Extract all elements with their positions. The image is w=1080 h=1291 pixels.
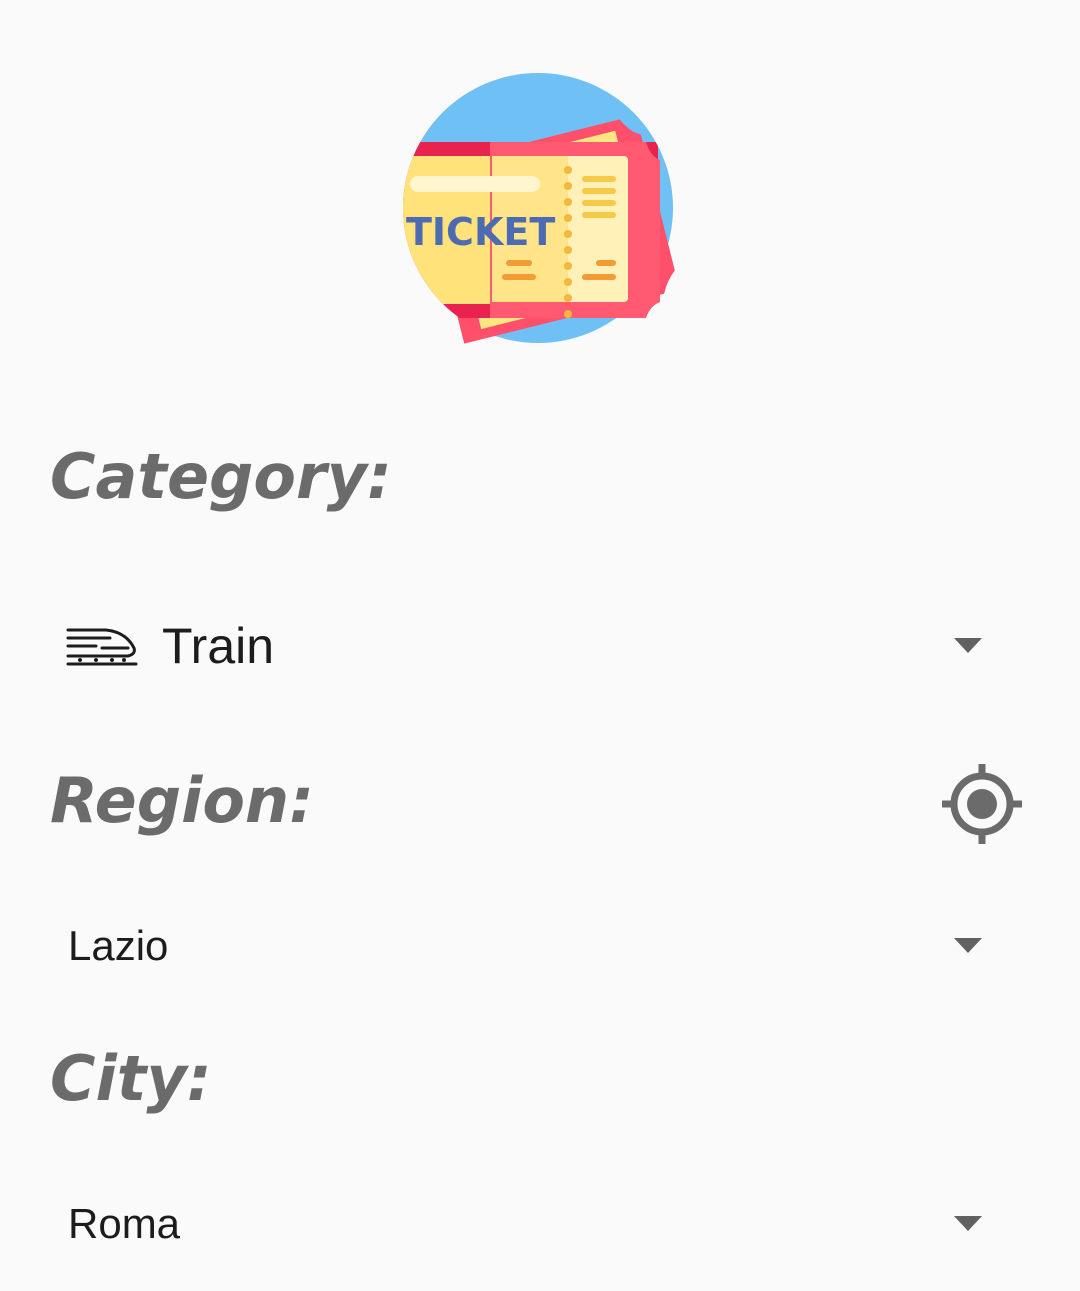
dropdown-arrow-icon xyxy=(954,938,982,953)
ticket-filter-screen: TICKET Category: Train Region: Lazio Cit… xyxy=(0,0,1080,1291)
ticket-logo-icon: TICKET xyxy=(403,73,675,344)
city-label: City: xyxy=(50,1042,212,1115)
region-selected-value: Lazio xyxy=(68,922,169,969)
my-location-icon[interactable] xyxy=(940,762,1024,846)
region-dropdown[interactable]: Lazio xyxy=(50,896,1010,996)
dropdown-arrow-icon xyxy=(954,1216,982,1231)
category-dropdown[interactable]: Train xyxy=(50,596,1010,696)
ticket-logo-text: TICKET xyxy=(406,210,555,254)
train-icon xyxy=(66,628,138,666)
category-label: Category: xyxy=(50,440,392,513)
region-label: Region: xyxy=(50,764,314,837)
dropdown-arrow-icon xyxy=(954,638,982,653)
category-selected-value: Train xyxy=(162,618,275,674)
city-dropdown[interactable]: Roma xyxy=(50,1174,1010,1274)
city-selected-value: Roma xyxy=(68,1200,181,1247)
